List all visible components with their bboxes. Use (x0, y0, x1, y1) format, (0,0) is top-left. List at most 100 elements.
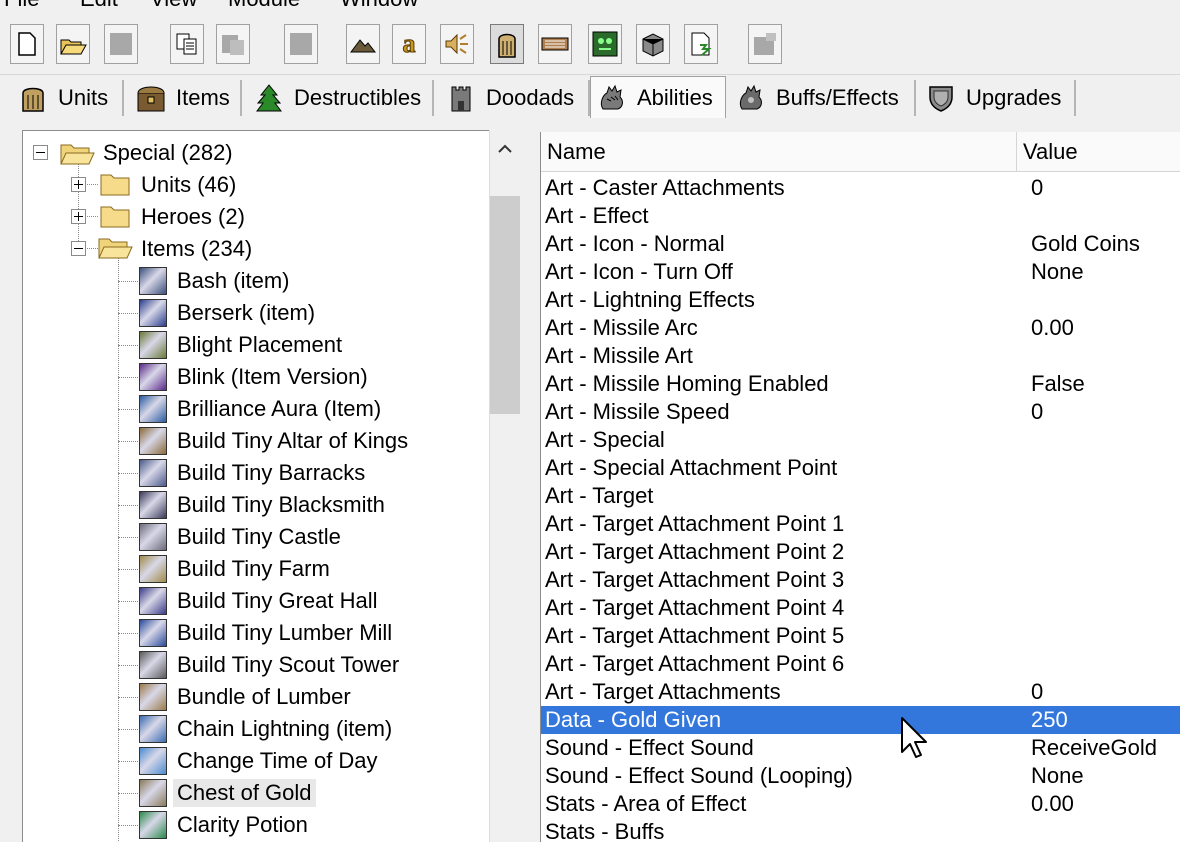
property-row[interactable]: Art - Lightning Effects (541, 286, 1180, 314)
import-manager-button[interactable] (636, 24, 670, 64)
tree-item-label: Build Tiny Barracks (177, 460, 366, 485)
menu-edit[interactable]: Edit (80, 0, 118, 12)
property-row[interactable]: Art - Target Attachment Point 2 (541, 538, 1180, 566)
test-map-button[interactable] (684, 24, 718, 64)
expand-toggle[interactable] (71, 177, 86, 192)
tree-item[interactable]: Chain Lightning (item) (173, 713, 396, 745)
ai-editor-button[interactable] (588, 24, 622, 64)
tab-destructibles[interactable]: Destructibles (248, 80, 434, 116)
tree-item[interactable]: Build Tiny Altar of Kings (173, 425, 412, 457)
tree-item[interactable]: Build Tiny Great Hall (173, 585, 382, 617)
tree-item[interactable]: Build Tiny Blacksmith (173, 489, 389, 521)
property-row[interactable]: Art - Icon - Turn Off None (541, 258, 1180, 286)
collapse-toggle[interactable] (33, 145, 48, 160)
tree-item-label: Build Tiny Great Hall (177, 588, 378, 613)
scroll-up-icon[interactable] (497, 142, 513, 154)
tree-item[interactable]: Chest of Gold (173, 777, 316, 809)
object-editor-icon (498, 33, 516, 58)
property-row[interactable]: Art - Caster Attachments 0 (541, 174, 1180, 202)
property-row[interactable]: Art - Missile Art (541, 342, 1180, 370)
property-row[interactable]: Art - Target Attachments 0 (541, 678, 1180, 706)
property-row[interactable]: Stats - Buffs (541, 818, 1180, 842)
menu-view[interactable]: View (150, 0, 197, 12)
tab-doodads[interactable]: Doodads (440, 80, 590, 116)
tab-abilities[interactable]: Abilities (590, 76, 726, 118)
property-row[interactable]: Art - Target Attachment Point 4 (541, 594, 1180, 622)
property-row[interactable]: Art - Target Attachment Point 3 (541, 566, 1180, 594)
new-button[interactable] (10, 24, 44, 64)
tree-item[interactable]: Berserk (item) (173, 297, 319, 329)
collapse-toggle[interactable] (71, 241, 86, 256)
property-row[interactable]: Data - Gold Given 250 (541, 706, 1180, 734)
tree-item[interactable]: Build Tiny Scout Tower (173, 649, 403, 681)
property-row[interactable]: Art - Target Attachment Point 5 (541, 622, 1180, 650)
tab-items[interactable]: Items (130, 80, 242, 116)
terrain-editor-icon (350, 39, 377, 53)
tree-line (118, 409, 138, 410)
tree-item[interactable]: Brilliance Aura (Item) (173, 393, 385, 425)
property-row[interactable]: Sound - Effect Sound ReceiveGold (541, 734, 1180, 762)
expand-toggle[interactable] (71, 209, 86, 224)
tab-label: Units (58, 85, 109, 110)
property-row[interactable]: Art - Target Attachment Point 6 (541, 650, 1180, 678)
ability-icon (139, 555, 167, 583)
property-row[interactable]: Art - Icon - Normal Gold Coins (541, 230, 1180, 258)
menu-file[interactable]: File (4, 0, 39, 12)
terrain-editor-button[interactable] (346, 24, 380, 64)
save-button[interactable] (104, 24, 138, 64)
property-row[interactable]: Art - Target Attachment Point 1 (541, 510, 1180, 538)
property-name: Art - Target Attachment Point 5 (545, 623, 845, 648)
open-button[interactable] (56, 24, 90, 64)
object-tree[interactable]: Special (282) Units (46) Heroes (2) Item… (22, 130, 520, 842)
column-header-value[interactable]: Value (1017, 132, 1180, 172)
property-grid[interactable]: Name Value Art - Caster Attachments 0 Art … (540, 132, 1180, 842)
tree-item[interactable]: Bundle of Lumber (173, 681, 355, 713)
tree-item-label: Build Tiny Blacksmith (177, 492, 385, 517)
property-value: 0 (1031, 679, 1044, 704)
tab-upgrades[interactable]: Upgrades (920, 80, 1076, 116)
tab-units[interactable]: Units (12, 80, 124, 116)
tree-item[interactable]: Build Tiny Farm (173, 553, 334, 585)
tree-node-special[interactable]: Special (282) (99, 137, 237, 169)
property-row[interactable]: Art - Target (541, 482, 1180, 510)
tree-scrollbar[interactable] (489, 130, 520, 842)
trigger-editor-button[interactable]: a (392, 24, 426, 64)
tree-item[interactable]: Clarity Potion (173, 809, 312, 841)
tree-item[interactable]: Change Time of Day (173, 745, 382, 777)
object-editor-button[interactable] (490, 24, 524, 64)
ability-icon (139, 427, 167, 455)
scroll-thumb[interactable] (490, 196, 520, 414)
tree-node-heroes[interactable]: Heroes (2) (137, 201, 249, 233)
property-name: Sound - Effect Sound (545, 735, 754, 760)
sound-editor-button[interactable] (440, 24, 474, 64)
menu-window[interactable]: Window (340, 0, 418, 12)
tree-item[interactable]: Blink (Item Version) (173, 361, 372, 393)
tree-node-label: Units (46) (141, 172, 237, 197)
tree-item[interactable]: Blight Placement (173, 329, 346, 361)
column-header-name[interactable]: Name (541, 132, 1017, 172)
property-row[interactable]: Art - Missile Arc 0.00 (541, 314, 1180, 342)
property-row[interactable]: Art - Special (541, 426, 1180, 454)
tree-node-units[interactable]: Units (46) (137, 169, 240, 201)
property-row[interactable]: Art - Missile Speed 0 (541, 398, 1180, 426)
property-row[interactable]: Art - Effect (541, 202, 1180, 230)
tree-node-items[interactable]: Items (234) (137, 233, 256, 265)
disabled-button[interactable] (748, 24, 782, 64)
property-row[interactable]: Art - Missile Homing Enabled False (541, 370, 1180, 398)
tree-line (118, 697, 138, 698)
copy-button[interactable] (170, 24, 204, 64)
property-row[interactable]: Stats - Area of Effect 0.00 (541, 790, 1180, 818)
property-name: Art - Missile Homing Enabled (545, 371, 829, 396)
tree-item[interactable]: Build Tiny Barracks (173, 457, 369, 489)
paste-button[interactable] (216, 24, 250, 64)
campaign-editor-button[interactable] (538, 24, 572, 64)
blank-button[interactable] (284, 24, 318, 64)
property-row[interactable]: Sound - Effect Sound (Looping) None (541, 762, 1180, 790)
tree-item[interactable]: Build Tiny Lumber Mill (173, 617, 396, 649)
tree-item[interactable]: Build Tiny Castle (173, 521, 345, 553)
menu-module[interactable]: Module (228, 0, 300, 12)
tab-buffs-effects[interactable]: Buffs/Effects (730, 80, 916, 116)
tree-item[interactable]: Bash (item) (173, 265, 293, 297)
column-header-label: Name (547, 138, 606, 164)
property-row[interactable]: Art - Special Attachment Point (541, 454, 1180, 482)
